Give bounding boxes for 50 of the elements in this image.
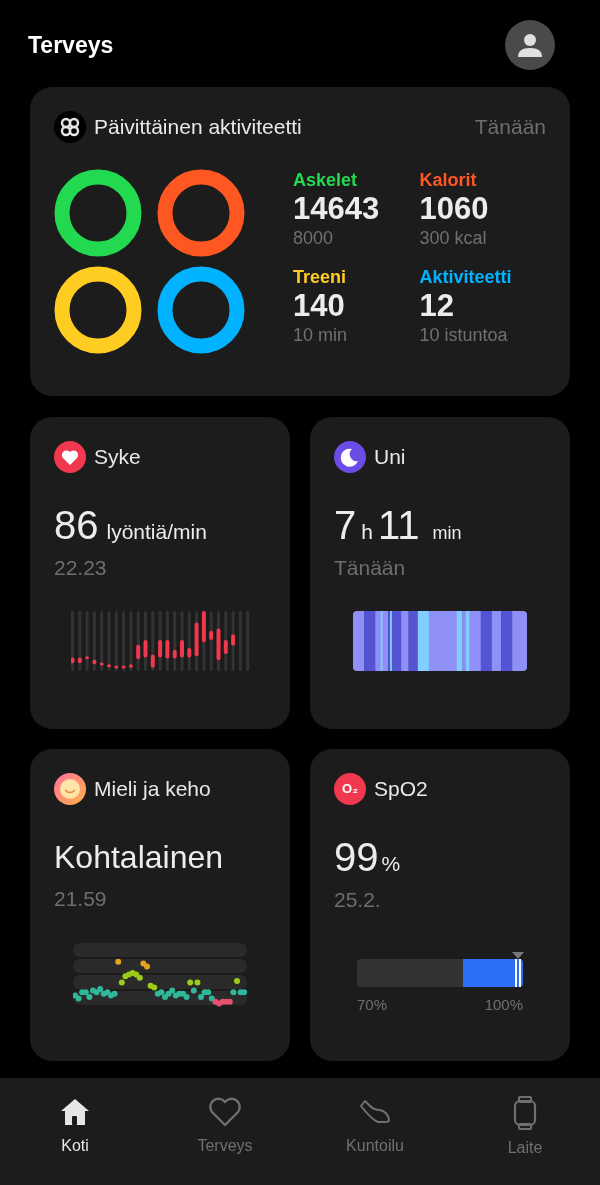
metric-value: 1060 xyxy=(419,191,490,227)
oxygen-icon: O₂ xyxy=(334,773,366,805)
metric-label: Askelet xyxy=(293,169,359,191)
metric-label: Treeni xyxy=(293,265,348,288)
card-title: Syke xyxy=(94,444,141,471)
metric-goal: 10 min xyxy=(293,323,349,346)
time-label: 21.59 xyxy=(54,886,108,912)
date-label: Tänään xyxy=(474,114,546,141)
heart-rate-unit: lyöntiä/min xyxy=(106,519,207,545)
moon-icon xyxy=(334,441,366,473)
spo2-range-fill xyxy=(463,959,523,987)
heart-icon xyxy=(208,1096,242,1128)
metric-value: 14643 xyxy=(293,191,381,227)
avatar-icon[interactable] xyxy=(505,20,555,70)
metric-goal: 10 istuntoa xyxy=(419,323,509,346)
card-title: Päivittäinen aktiviteetti xyxy=(94,114,302,141)
metric-value: 12 xyxy=(419,287,455,324)
smiley-icon xyxy=(54,773,86,805)
spo2-card[interactable]: O₂ SpO2 99% 25.2. 70% 100% xyxy=(310,749,570,1061)
watch-icon xyxy=(512,1096,538,1130)
metric-value: 140 xyxy=(293,287,346,324)
heart-rate-value: 86 xyxy=(54,503,99,547)
spo2-marker xyxy=(513,952,523,987)
metric-goal: 8000 xyxy=(293,227,335,249)
activity-card[interactable]: Päivittäinen aktiviteetti Tänään Askelet 14643 8000 Kalorit 1060 300 kcal Treeni 140 10 min Aktiviteetti 12 10 istuntoa xyxy=(30,87,570,396)
nav-tab[interactable]: Koti xyxy=(0,1096,150,1160)
card-title: Mieli ja keho xyxy=(94,776,211,803)
page-title: Terveys xyxy=(28,30,114,60)
range-max-label: 100% xyxy=(484,995,523,1015)
spo2-value: 99 xyxy=(334,835,379,879)
mind-body-card[interactable]: Mieli ja keho Kohtalainen 21.59 xyxy=(30,749,290,1061)
sleep-card[interactable]: Uni 7 h 11 min Tänään xyxy=(310,417,570,729)
sleep-minutes: 11 xyxy=(377,503,420,547)
day-label: Tänään xyxy=(334,554,407,581)
metric-label: Kalorit xyxy=(419,169,478,191)
percent-unit: % xyxy=(381,851,401,877)
mood-value: Kohtalainen xyxy=(54,838,225,877)
home-icon xyxy=(59,1096,91,1128)
card-title: Uni xyxy=(374,444,406,471)
time-label: 22.23 xyxy=(54,554,108,581)
metric-goal: 300 kcal xyxy=(419,227,488,249)
sleep-hours: 7 xyxy=(334,503,357,547)
range-min-label: 70% xyxy=(357,995,388,1015)
minutes-unit: min xyxy=(432,522,462,545)
activity-icon xyxy=(54,111,86,143)
date-label: 25.2. xyxy=(334,886,382,913)
hours-unit: h xyxy=(361,519,373,545)
metric-label: Aktiviteetti xyxy=(419,265,513,288)
card-title: SpO2 xyxy=(374,776,428,803)
heart-rate-card[interactable]: Syke 86 lyöntiä/min 22.23 xyxy=(30,417,290,729)
